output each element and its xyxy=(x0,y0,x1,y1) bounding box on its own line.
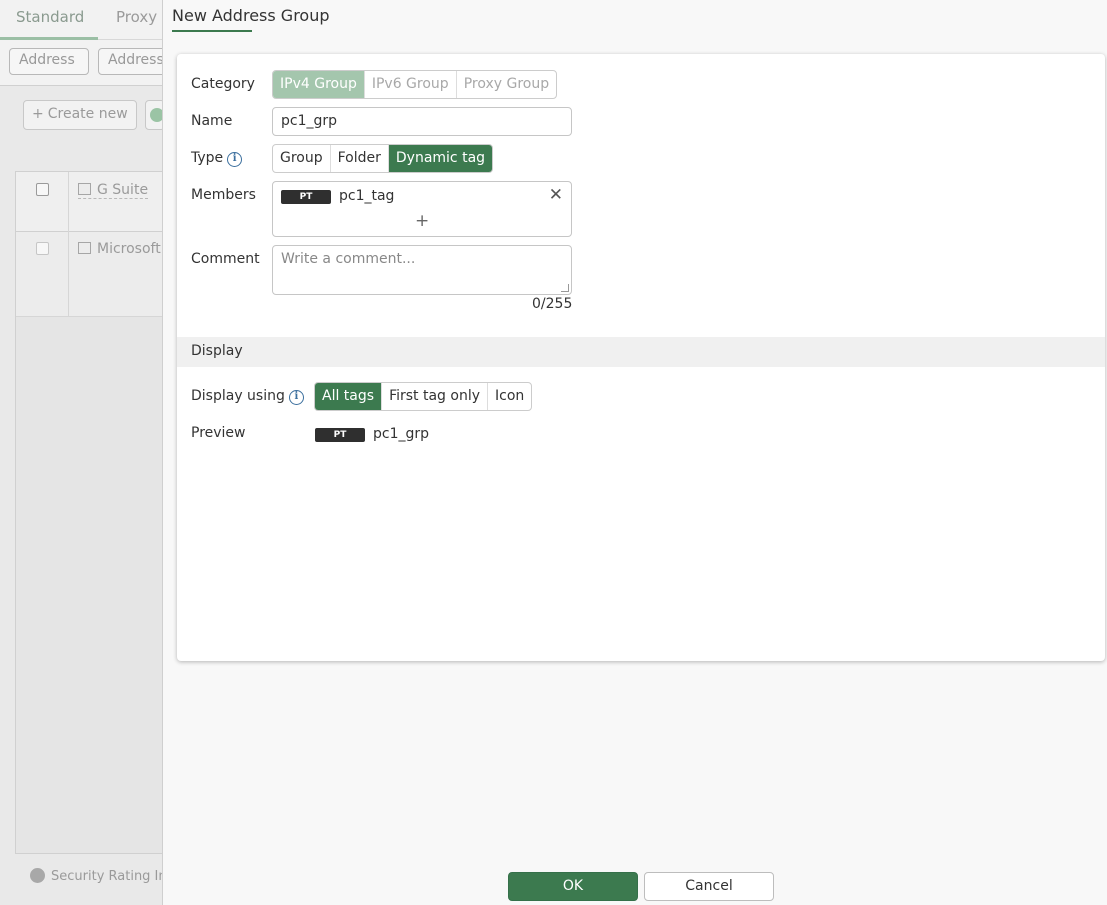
comment-placeholder: Write a comment... xyxy=(281,251,416,267)
display-section-header: Display xyxy=(177,337,1105,367)
ok-button[interactable]: OK xyxy=(508,872,638,901)
tab-standard[interactable]: Standard xyxy=(16,8,84,26)
row-checkbox[interactable] xyxy=(36,242,49,255)
category-selector: IPv4 Group IPv6 Group Proxy Group xyxy=(272,70,558,99)
display-icon-option[interactable]: Icon xyxy=(488,383,531,410)
members-field[interactable]: PT pc1_tag ✕ + xyxy=(272,181,572,237)
type-dynamic-tag-option[interactable]: Dynamic tag xyxy=(388,145,493,172)
background-tab-bar: Standard Proxy xyxy=(0,0,162,40)
name-input[interactable]: pc1_grp xyxy=(272,107,572,136)
name-label: Name xyxy=(191,113,233,129)
table-row-label: Microsoft xyxy=(78,241,161,257)
tab-proxy[interactable]: Proxy xyxy=(116,8,157,26)
type-label-text: Type xyxy=(191,150,224,166)
type-label: Type i xyxy=(191,150,243,167)
table-header: G Suite xyxy=(16,172,163,232)
category-ipv4-option[interactable]: IPv4 Group xyxy=(273,71,365,98)
column-divider xyxy=(68,172,69,317)
security-rating-footer: Security Rating Ins xyxy=(30,868,173,884)
member-entry: PT pc1_tag xyxy=(281,188,394,204)
member-tag-chip: PT xyxy=(281,190,331,204)
security-rating-text: Security Rating Ins xyxy=(51,869,174,884)
type-group-option[interactable]: Group xyxy=(273,145,331,172)
member-name: pc1_tag xyxy=(339,188,395,204)
security-rating-icon xyxy=(30,868,45,883)
address-group-icon xyxy=(78,242,91,254)
filter-address-button[interactable]: Address xyxy=(9,48,89,75)
display-using-label-text: Display using xyxy=(191,388,285,404)
add-member-icon[interactable]: + xyxy=(415,211,429,231)
background-filter-bar: Address Address xyxy=(0,40,178,86)
type-selector: Group Folder Dynamic tag xyxy=(272,144,494,173)
background-table: G Suite Microsoft xyxy=(15,171,163,854)
row-name: G Suite xyxy=(97,182,149,198)
form-card: Category IPv4 Group IPv6 Group Proxy Gro… xyxy=(177,54,1105,661)
cancel-button[interactable]: Cancel xyxy=(644,872,774,901)
row-name: Microsoft xyxy=(97,241,161,257)
remove-member-icon[interactable]: ✕ xyxy=(549,185,563,205)
comment-char-counter: 0/255 xyxy=(532,296,573,312)
comment-label: Comment xyxy=(191,251,260,267)
select-all-checkbox[interactable] xyxy=(36,183,49,196)
preview-value: PT pc1_grp xyxy=(315,426,429,442)
display-using-label: Display using i xyxy=(191,388,304,405)
create-new-button[interactable]: + Create new xyxy=(23,100,137,130)
resize-grip-icon[interactable] xyxy=(561,284,569,292)
category-ipv6-option[interactable]: IPv6 Group xyxy=(365,71,457,98)
display-first-tag-option[interactable]: First tag only xyxy=(382,383,488,410)
preview-label: Preview xyxy=(191,425,246,441)
display-all-tags-option[interactable]: All tags xyxy=(315,383,383,410)
comment-textarea[interactable]: Write a comment... xyxy=(272,245,572,295)
display-section-title: Display xyxy=(191,343,243,359)
display-using-selector: All tags First tag only Icon xyxy=(314,382,533,411)
info-icon[interactable]: i xyxy=(288,390,304,405)
table-row-label[interactable]: G Suite xyxy=(78,182,149,199)
panel-title: New Address Group xyxy=(172,6,330,25)
members-label: Members xyxy=(191,187,256,203)
new-address-group-panel: New Address Group Category IPv4 Group IP… xyxy=(162,0,1107,905)
preview-tag-chip: PT xyxy=(315,428,365,442)
preview-name: pc1_grp xyxy=(373,426,430,442)
info-icon[interactable]: i xyxy=(227,152,243,167)
address-group-icon xyxy=(78,183,91,195)
type-folder-option[interactable]: Folder xyxy=(331,145,389,172)
table-row[interactable]: Microsoft xyxy=(16,232,163,317)
plus-icon: + xyxy=(32,106,44,122)
category-proxy-option[interactable]: Proxy Group xyxy=(457,71,556,98)
category-label: Category xyxy=(191,76,255,92)
create-new-label: Create new xyxy=(47,106,128,122)
panel-title-underline xyxy=(172,30,252,32)
